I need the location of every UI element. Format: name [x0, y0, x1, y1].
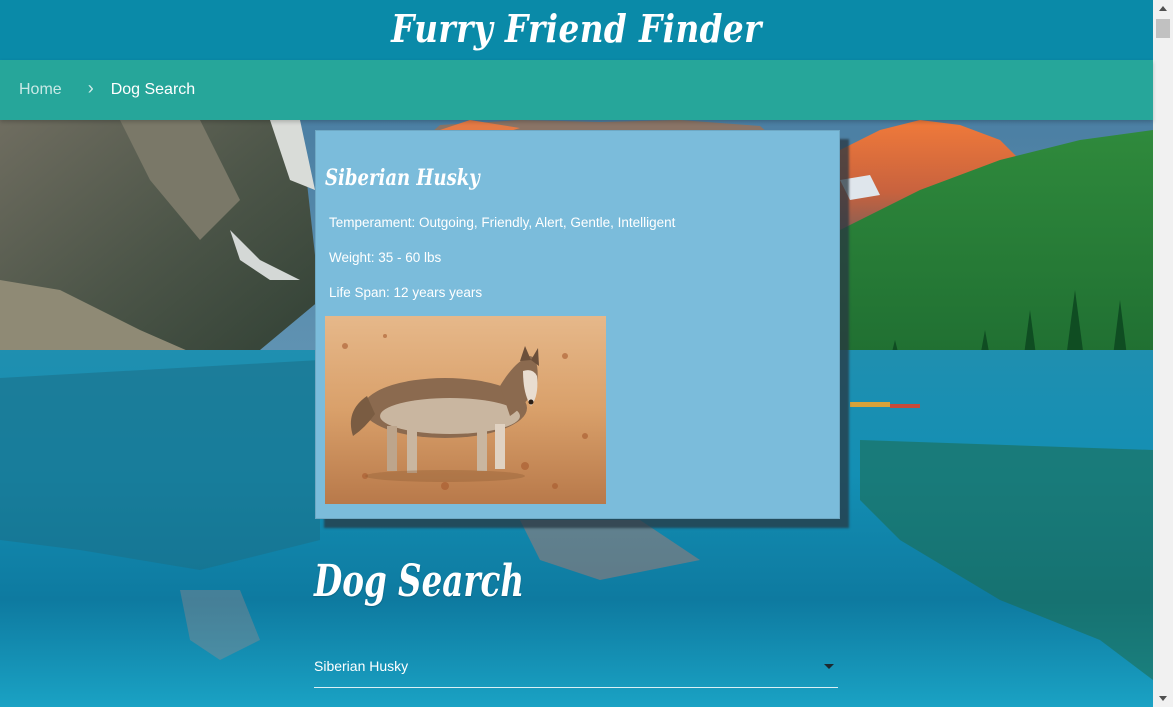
- breed-select-value: Siberian Husky: [314, 658, 409, 674]
- scroll-up-arrow-icon[interactable]: [1159, 6, 1167, 11]
- app-header: Furry Friend Finder: [0, 0, 1153, 60]
- scroll-thumb[interactable]: [1156, 19, 1170, 38]
- page-scrollbar[interactable]: [1153, 0, 1173, 707]
- caret-down-icon: [824, 664, 834, 669]
- breed-name: Siberian Husky: [325, 165, 480, 191]
- chevron-right-icon: ›: [87, 77, 94, 98]
- app-title: Furry Friend Finder: [391, 5, 762, 51]
- dog-search-heading: Dog Search: [314, 556, 525, 607]
- breadcrumb-current: Dog Search: [110, 81, 196, 98]
- breed-info-card: Siberian Husky Temperament: Outgoing, Fr…: [315, 130, 840, 519]
- breadcrumb: Home › Dog Search: [0, 60, 1153, 120]
- scroll-down-arrow-icon[interactable]: [1159, 696, 1167, 701]
- breed-weight: Weight: 35 - 60 lbs: [329, 250, 442, 265]
- breed-life-span: Life Span: 12 years years: [329, 285, 483, 300]
- dog-photo: [325, 316, 606, 504]
- breadcrumb-home-link[interactable]: Home: [19, 81, 62, 99]
- breed-temperament: Temperament: Outgoing, Friendly, Alert, …: [329, 215, 676, 230]
- breed-select-dropdown[interactable]: Siberian Husky: [314, 650, 838, 688]
